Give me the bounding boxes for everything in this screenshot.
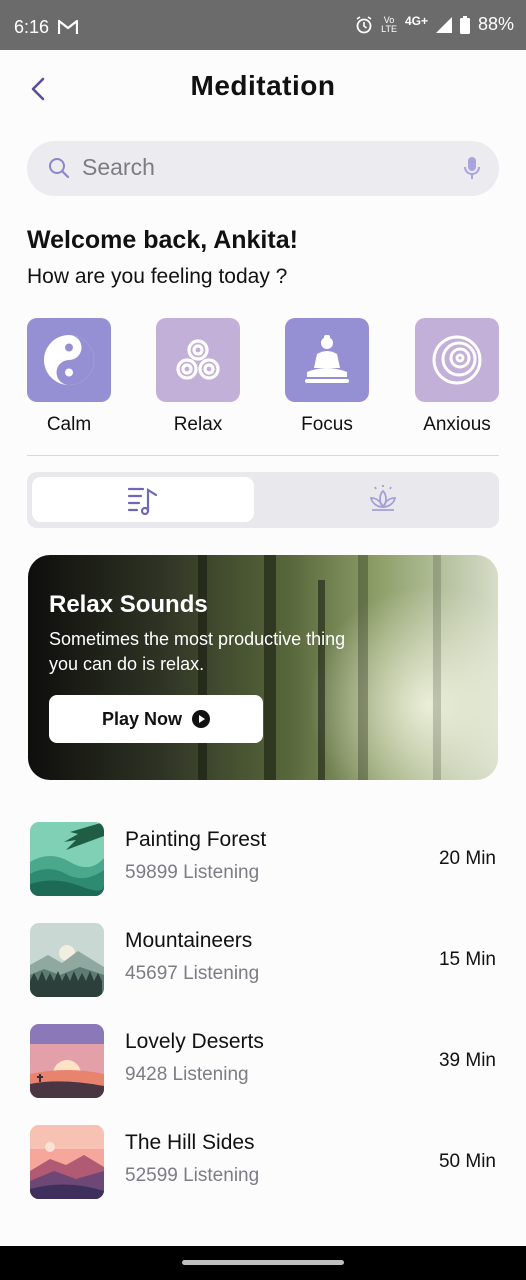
play-now-button[interactable]: Play Now <box>49 695 263 743</box>
feeling-prompt: How are you feeling today ? <box>27 265 288 288</box>
status-time: 6:16 <box>14 17 50 37</box>
content-type-toggle <box>27 472 499 528</box>
music-list-icon <box>127 487 158 515</box>
list-item[interactable]: Painting Forest 59899 Listening 20 Min <box>30 822 500 896</box>
tab-meditation[interactable] <box>272 477 494 522</box>
status-bar: 6:16 Vo LTE 4G+ 88% <box>0 0 526 50</box>
track-duration: 50 Min <box>438 1151 496 1172</box>
search-icon <box>47 156 71 185</box>
list-item[interactable]: Lovely Deserts 9428 Listening 39 Min <box>30 1024 500 1098</box>
battery-icon <box>459 15 470 34</box>
system-nav-bar <box>0 1246 526 1280</box>
alarm-icon <box>356 15 372 33</box>
mood-tile[interactable] <box>285 318 369 402</box>
track-thumbnail-mountains <box>30 923 104 997</box>
mood-tile[interactable] <box>156 318 240 402</box>
track-thumbnail-forest <box>30 822 104 896</box>
mood-label: Focus <box>301 414 353 435</box>
spiral-icon <box>432 335 482 385</box>
signal-icon <box>435 16 452 33</box>
track-name: Lovely Deserts <box>125 1030 264 1053</box>
track-listeners: 59899 Listening <box>125 862 260 883</box>
gmail-icon <box>57 19 79 40</box>
banner-subtitle: Sometimes the most productive thing you … <box>49 629 346 674</box>
tab-music[interactable] <box>32 477 254 522</box>
track-duration: 39 Min <box>438 1050 496 1071</box>
track-listeners: 45697 Listening <box>125 963 260 984</box>
featured-banner: Relax Sounds Sometimes the most producti… <box>28 555 498 780</box>
app-header: Meditation <box>0 50 526 130</box>
mood-calm[interactable]: Calm <box>27 318 111 436</box>
mood-tile[interactable] <box>27 318 111 402</box>
tree-trunk <box>433 555 441 780</box>
lotus-icon <box>369 484 397 511</box>
microphone-icon[interactable] <box>463 155 481 186</box>
mood-label: Relax <box>173 414 223 435</box>
list-item[interactable]: Mountaineers 45697 Listening 15 Min <box>30 923 500 997</box>
mood-selector: Calm Relax Focus Anxious <box>27 318 499 443</box>
mood-focus[interactable]: Focus <box>285 318 369 436</box>
track-listeners: 9428 Listening <box>125 1064 249 1085</box>
network-type: 4G+ <box>404 13 428 28</box>
track-listeners: 52599 Listening <box>125 1165 260 1186</box>
track-thumbnail-hills <box>30 1125 104 1199</box>
home-gesture-handle[interactable] <box>182 1260 344 1265</box>
mood-anxious[interactable]: Anxious <box>415 318 499 436</box>
mood-relax[interactable]: Relax <box>156 318 240 436</box>
track-duration: 15 Min <box>438 949 496 970</box>
mood-label: Anxious <box>423 414 491 435</box>
battery-percent: 88% <box>477 14 514 34</box>
yin-yang-icon <box>44 335 94 385</box>
track-name: Mountaineers <box>125 929 253 952</box>
search-input[interactable]: Search <box>82 154 155 181</box>
banner-light <box>298 575 498 780</box>
divider <box>27 455 499 456</box>
list-item[interactable]: The Hill Sides 52599 Listening 50 Min <box>30 1125 500 1199</box>
track-name: Painting Forest <box>125 828 267 851</box>
play-now-label: Play Now <box>101 708 183 729</box>
volte-indicator: Vo LTE <box>381 14 397 34</box>
play-circle-icon <box>192 710 211 728</box>
buddha-icon <box>305 335 349 383</box>
banner-title: Relax Sounds <box>49 591 208 618</box>
track-name: The Hill Sides <box>125 1131 255 1154</box>
tree-trunk <box>318 580 325 780</box>
triskele-icon <box>176 339 220 380</box>
page-title: Meditation <box>190 70 336 101</box>
track-thumbnail-desert <box>30 1024 104 1098</box>
mood-tile[interactable] <box>415 318 499 402</box>
status-icons: Vo LTE 4G+ 88% <box>355 14 514 35</box>
welcome-heading: Welcome back, Ankita! <box>27 226 298 254</box>
track-duration: 20 Min <box>438 848 496 869</box>
mood-label: Calm <box>46 414 92 435</box>
search-bar[interactable]: Search <box>27 141 499 196</box>
